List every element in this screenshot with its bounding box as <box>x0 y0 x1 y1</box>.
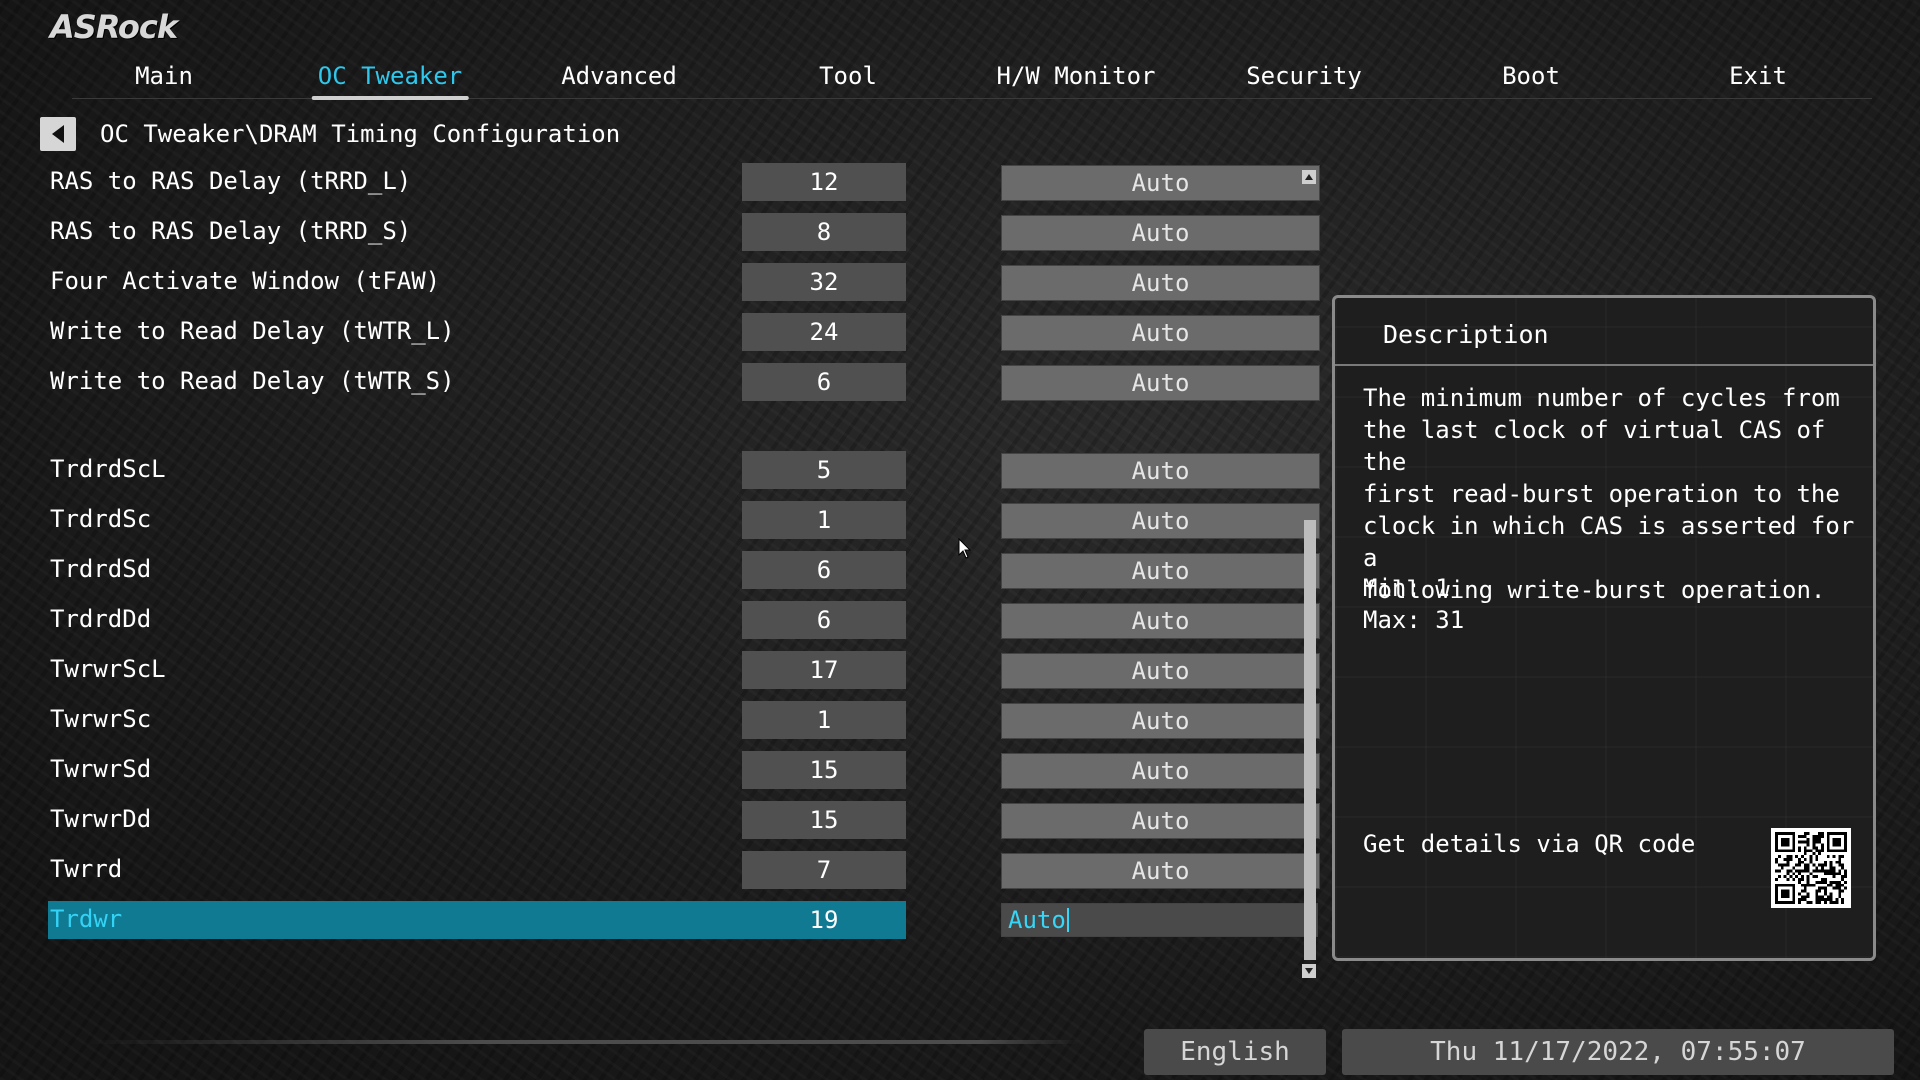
setting-row-trrd-s[interactable]: RAS to RAS Delay (tRRD_S) 8 Auto <box>48 213 1320 251</box>
setting-option[interactable]: Auto <box>1001 603 1320 639</box>
option-text: Auto <box>1008 906 1066 934</box>
setting-option[interactable]: Auto <box>1001 215 1320 251</box>
qr-code-icon <box>1771 828 1851 908</box>
setting-value: 24 <box>742 313 906 351</box>
mouse-pointer-icon <box>958 538 972 559</box>
setting-option[interactable]: Auto <box>1001 453 1320 489</box>
scroll-up-arrow-icon[interactable] <box>1302 170 1316 184</box>
setting-label: Four Activate Window (tFAW) <box>50 267 441 295</box>
setting-label: TrdrdScL <box>50 455 166 483</box>
qr-label: Get details via QR code <box>1363 830 1696 858</box>
setting-value: 6 <box>742 601 906 639</box>
setting-label: Write to Read Delay (tWTR_L) <box>50 317 455 345</box>
setting-value: 8 <box>742 213 906 251</box>
language-button[interactable]: English <box>1144 1029 1326 1075</box>
setting-value: 15 <box>742 751 906 789</box>
setting-label: TrdrdSd <box>50 555 152 583</box>
datetime-display: Thu 11/17/2022, 07:55:07 <box>1342 1029 1894 1075</box>
settings-list: RAS to RAS Delay (tRRD_L) 12 Auto RAS to… <box>0 0 1320 1000</box>
setting-option[interactable]: Auto <box>1001 653 1320 689</box>
setting-row-trdrdsc[interactable]: TrdrdSc 1 Auto <box>48 501 1320 539</box>
description-min: Min: 1 <box>1363 574 1450 602</box>
setting-label: TwrwrSd <box>50 755 152 783</box>
setting-label: TwrwrDd <box>50 805 152 833</box>
scrollbar[interactable] <box>1302 170 1316 978</box>
setting-row-trdrdscl[interactable]: TrdrdScL 5 Auto <box>48 451 1320 489</box>
setting-label: TrdrdDd <box>50 605 152 633</box>
setting-value: 6 <box>742 363 906 401</box>
footer-decoration <box>78 1040 1082 1044</box>
setting-label: Twrrd <box>50 855 123 883</box>
setting-row-tfaw[interactable]: Four Activate Window (tFAW) 32 Auto <box>48 263 1320 301</box>
text-cursor <box>1066 908 1069 932</box>
setting-row-twrrd[interactable]: Twrrd 7 Auto <box>48 851 1320 889</box>
setting-row-twrwrdd[interactable]: TwrwrDd 15 Auto <box>48 801 1320 839</box>
setting-label: Write to Read Delay (tWTR_S) <box>50 367 455 395</box>
setting-row-twrwrscl[interactable]: TwrwrScL 17 Auto <box>48 651 1320 689</box>
description-title: Description <box>1383 320 1549 349</box>
description-text: The minimum number of cycles from the la… <box>1363 384 1855 604</box>
setting-value: 32 <box>742 263 906 301</box>
setting-value: 17 <box>742 651 906 689</box>
setting-row-twtr-l[interactable]: Write to Read Delay (tWTR_L) 24 Auto <box>48 313 1320 351</box>
setting-row-twtr-s[interactable]: Write to Read Delay (tWTR_S) 6 Auto <box>48 363 1320 401</box>
setting-option[interactable]: Auto <box>1001 365 1320 401</box>
setting-row-twrwrsd[interactable]: TwrwrSd 15 Auto <box>48 751 1320 789</box>
scroll-down-arrow-icon[interactable] <box>1302 964 1316 978</box>
setting-value: 6 <box>742 551 906 589</box>
setting-option[interactable]: Auto <box>1001 165 1320 201</box>
setting-label: TrdrdSc <box>50 505 152 533</box>
description-max: Max: 31 <box>1363 606 1465 634</box>
setting-value: 5 <box>742 451 906 489</box>
setting-row-twrwrsc[interactable]: TwrwrSc 1 Auto <box>48 701 1320 739</box>
setting-row-trdrddd[interactable]: TrdrdDd 6 Auto <box>48 601 1320 639</box>
setting-option[interactable]: Auto <box>1001 553 1320 589</box>
setting-row-trdrdsd[interactable]: TrdrdSd 6 Auto <box>48 551 1320 589</box>
setting-value: 19 <box>809 906 839 934</box>
setting-option[interactable]: Auto <box>1001 753 1320 789</box>
setting-row-trrd-l[interactable]: RAS to RAS Delay (tRRD_L) 12 Auto <box>48 163 1320 201</box>
scroll-thumb[interactable] <box>1304 520 1316 960</box>
description-header: Description <box>1335 298 1873 366</box>
tab-boot[interactable]: Boot <box>1502 62 1560 96</box>
setting-option[interactable]: Auto <box>1001 315 1320 351</box>
setting-option[interactable]: Auto <box>1001 503 1320 539</box>
setting-value: 15 <box>742 801 906 839</box>
setting-label: RAS to RAS Delay (tRRD_S) <box>50 217 412 245</box>
setting-label: Trdwr <box>50 905 123 933</box>
setting-option[interactable]: Auto <box>1001 803 1320 839</box>
setting-value: 1 <box>742 501 906 539</box>
setting-label: RAS to RAS Delay (tRRD_L) <box>50 167 412 195</box>
setting-option[interactable]: Auto <box>1001 703 1320 739</box>
setting-row-trdwr[interactable]: Trdwr 19 Auto <box>48 901 1318 939</box>
setting-label: TwrwrScL <box>50 655 166 683</box>
setting-value: 7 <box>742 851 906 889</box>
setting-value: 1 <box>742 701 906 739</box>
setting-label: TwrwrSc <box>50 705 152 733</box>
setting-option-editing[interactable]: Auto <box>1001 903 1318 937</box>
setting-value: 12 <box>742 163 906 201</box>
setting-option[interactable]: Auto <box>1001 853 1320 889</box>
setting-option[interactable]: Auto <box>1001 265 1320 301</box>
tab-exit[interactable]: Exit <box>1729 62 1787 96</box>
description-panel: Description The minimum number of cycles… <box>1332 295 1876 961</box>
